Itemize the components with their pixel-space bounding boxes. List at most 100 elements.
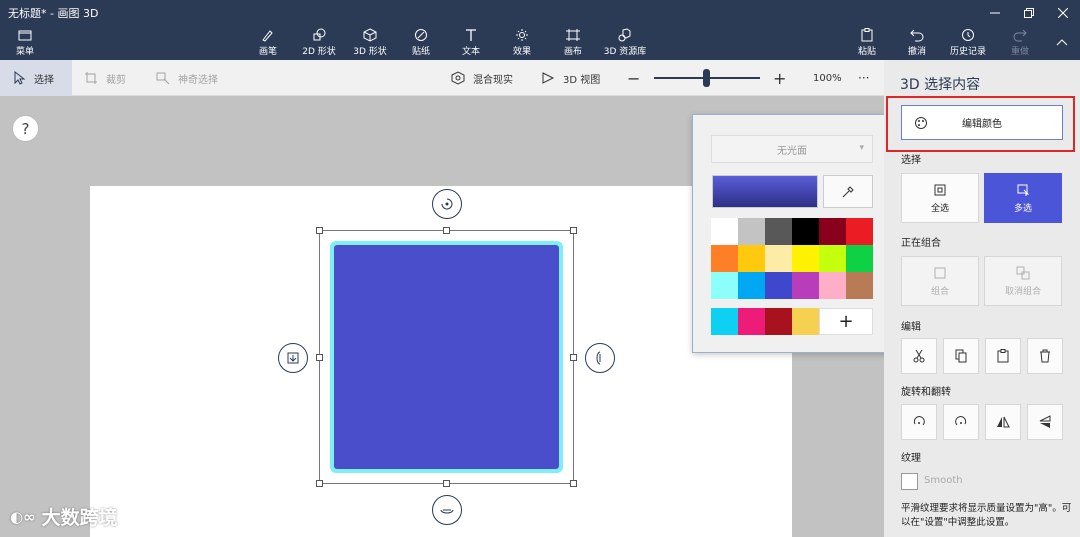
minimize-button[interactable] <box>978 0 1012 25</box>
color-swatch[interactable] <box>819 218 846 245</box>
more-button[interactable]: ··· <box>858 60 869 96</box>
color-swatch[interactable] <box>711 218 738 245</box>
3d-view-button[interactable]: 3D 视图 <box>541 60 600 96</box>
paste-panel-button[interactable] <box>985 338 1021 374</box>
color-swatch[interactable] <box>846 272 873 299</box>
flip-vertical-button[interactable] <box>1027 404 1063 440</box>
close-button[interactable] <box>1046 0 1080 25</box>
magic-select-tool[interactable]: 神奇选择 <box>156 60 218 96</box>
color-swatch[interactable] <box>846 245 873 272</box>
crop-tool[interactable]: 裁剪 <box>84 60 126 96</box>
recent-color-swatch[interactable] <box>711 308 738 335</box>
tool-3d-library[interactable]: 3D 资源库 <box>602 27 648 58</box>
resize-handle[interactable] <box>570 354 577 361</box>
copy-button[interactable] <box>943 338 979 374</box>
smooth-checkbox[interactable] <box>901 473 918 490</box>
color-swatch[interactable] <box>765 245 792 272</box>
resize-handle[interactable] <box>316 480 323 487</box>
color-swatch[interactable] <box>711 272 738 299</box>
rotate-left-button[interactable] <box>901 404 937 440</box>
color-swatch[interactable] <box>765 218 792 245</box>
mixed-reality-button[interactable]: 混合现实 <box>451 60 513 96</box>
undo-button[interactable]: 撤消 <box>904 27 930 58</box>
color-swatch[interactable] <box>711 245 738 272</box>
paste-button[interactable]: 粘贴 <box>854 27 880 58</box>
group-button[interactable]: 组合 <box>901 256 979 306</box>
tool-effects[interactable]: 效果 <box>509 27 535 58</box>
texture-note: 平滑纹理要求将显示质量设置为"高"。可以在"设置"中调整此设置。 <box>901 503 1072 528</box>
redo-button[interactable]: 重做 <box>1007 27 1033 58</box>
recent-color-swatch[interactable] <box>738 308 765 335</box>
flip-horizontal-icon <box>997 416 1010 428</box>
resize-handle[interactable] <box>443 480 450 487</box>
history-button[interactable]: 历史记录 <box>948 27 988 58</box>
panel-title: 3D 选择内容 <box>900 77 981 93</box>
color-swatch[interactable] <box>792 245 819 272</box>
color-swatch[interactable] <box>819 272 846 299</box>
action-label: 历史记录 <box>949 47 986 57</box>
resize-handle[interactable] <box>570 480 577 487</box>
delete-button[interactable] <box>1027 338 1063 374</box>
tool-label: 文本 <box>461 47 480 57</box>
color-swatch[interactable] <box>846 218 873 245</box>
cut-button[interactable] <box>901 338 937 374</box>
zoom-out-button[interactable]: − <box>627 60 640 96</box>
select-all-label: 全选 <box>930 203 949 214</box>
color-swatch[interactable] <box>738 218 765 245</box>
material-dropdown[interactable]: 无光面 ▾ <box>711 135 873 163</box>
zoom-level[interactable]: 100% <box>813 60 842 96</box>
tool-canvas[interactable]: 画布 <box>560 27 586 58</box>
color-swatch[interactable] <box>738 272 765 299</box>
rotate-right-button[interactable] <box>585 343 615 373</box>
action-label: 粘贴 <box>857 47 876 57</box>
color-swatch[interactable] <box>792 218 819 245</box>
tool-2d-shapes[interactable]: 2D 形状 <box>300 27 338 58</box>
color-swatch[interactable] <box>765 272 792 299</box>
help-button[interactable]: ? <box>12 115 39 142</box>
tool-brush[interactable]: 画笔 <box>254 27 282 58</box>
zoom-in-button[interactable]: + <box>773 60 786 96</box>
eyedropper-icon <box>842 185 854 197</box>
resize-handle[interactable] <box>316 354 323 361</box>
tool-label: 3D 形状 <box>353 47 387 57</box>
zoom-slider-thumb[interactable] <box>703 69 710 87</box>
resize-handle[interactable] <box>570 227 577 234</box>
current-color-swatch[interactable] <box>712 175 818 208</box>
select-all-button[interactable]: 全选 <box>901 173 979 223</box>
recent-color-swatch[interactable] <box>792 308 819 335</box>
depth-button[interactable] <box>278 343 308 373</box>
rotate-right-panel-button[interactable] <box>943 404 979 440</box>
menu-button[interactable]: 菜单 <box>10 27 40 58</box>
2d-shapes-icon <box>313 28 326 41</box>
add-color-button[interactable]: + <box>819 308 873 335</box>
flip-horizontal-button[interactable] <box>985 404 1021 440</box>
ungroup-button[interactable]: 取消组合 <box>984 256 1062 306</box>
collapse-ribbon-button[interactable] <box>1052 27 1072 58</box>
push-depth-icon <box>287 352 299 364</box>
action-label: 撤消 <box>907 47 926 57</box>
flip-vertical-icon <box>1039 415 1051 428</box>
eyedropper-button[interactable] <box>823 175 873 208</box>
action-label: 重做 <box>1010 47 1029 57</box>
tool-stickers[interactable]: 贴纸 <box>408 27 434 58</box>
recent-color-swatch[interactable] <box>765 308 792 335</box>
rotate-bottom-button[interactable] <box>432 495 462 525</box>
tool-label: 3D 资源库 <box>603 47 647 57</box>
color-swatch[interactable] <box>738 245 765 272</box>
multi-select-button[interactable]: 多选 <box>984 173 1062 223</box>
chevron-down-icon: ▾ <box>859 143 864 153</box>
watermark-logo-icon: ◐∞ <box>10 507 36 526</box>
tool-3d-shapes[interactable]: 3D 形状 <box>351 27 389 58</box>
select-tool[interactable]: 选择 <box>0 60 72 96</box>
resize-handle[interactable] <box>316 227 323 234</box>
selected-shape[interactable] <box>334 245 559 469</box>
restore-button[interactable] <box>1012 0 1046 25</box>
edit-color-button[interactable]: 编辑颜色 <box>901 105 1063 140</box>
color-swatch[interactable] <box>792 272 819 299</box>
resize-handle[interactable] <box>443 227 450 234</box>
color-swatch[interactable] <box>819 245 846 272</box>
cursor-icon <box>14 71 26 85</box>
tool-text[interactable]: 文本 <box>458 27 484 58</box>
canvas-icon <box>566 29 580 41</box>
rotate-top-button[interactable] <box>432 189 462 219</box>
